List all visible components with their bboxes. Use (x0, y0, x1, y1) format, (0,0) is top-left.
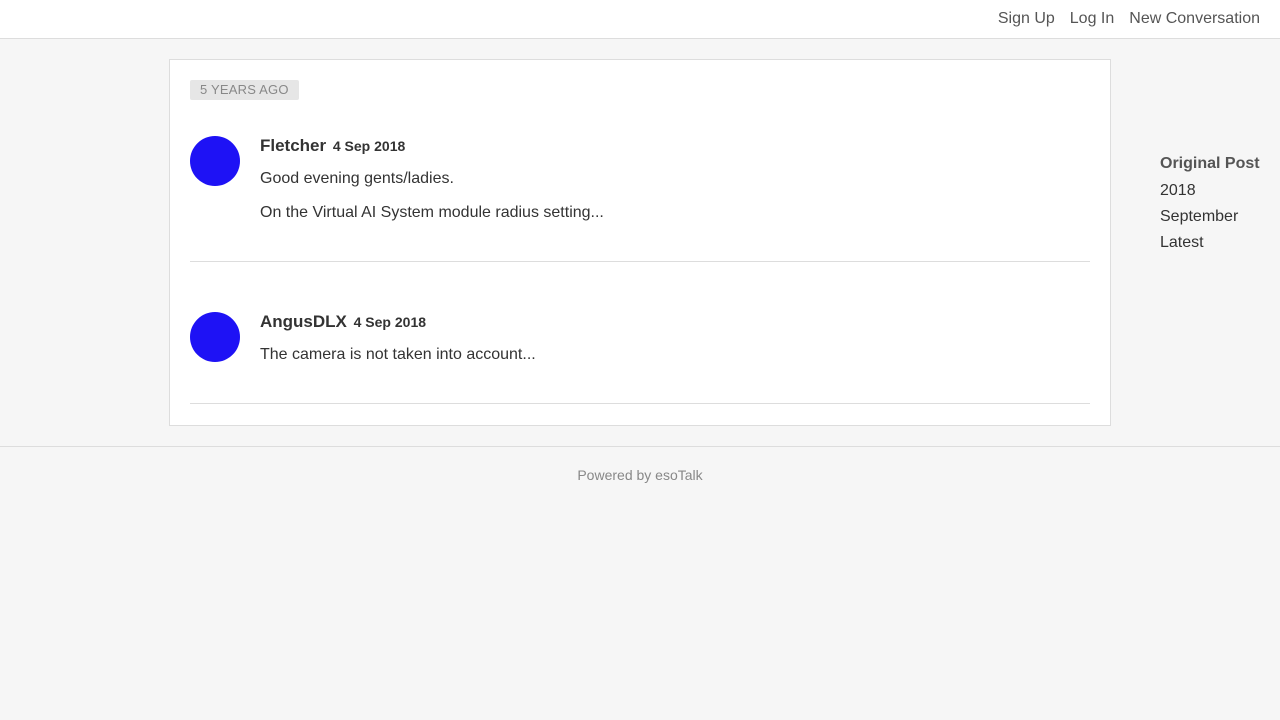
post-header: AngusDLX 4 Sep 2018 (260, 312, 536, 332)
avatar[interactable] (190, 136, 240, 186)
post-date: 4 Sep 2018 (353, 314, 427, 330)
post-body: AngusDLX 4 Sep 2018 The camera is not ta… (260, 312, 536, 364)
user-nav: Sign Up Log In New Conversation (998, 0, 1260, 38)
post-date: 4 Sep 2018 (332, 138, 406, 154)
post-text: On the Virtual AI System module radius s… (260, 204, 604, 221)
post-text: The camera is not taken into account... (260, 346, 536, 363)
post-body: Fletcher 4 Sep 2018 Good evening gents/l… (260, 136, 604, 222)
footer: Powered by esoTalk (0, 446, 1280, 483)
scrubber-item-2018[interactable]: 2018 (1160, 178, 1270, 204)
post-text: Good evening gents/ladies. (260, 170, 454, 187)
time-marker: 5 YEARS AGO (190, 80, 299, 100)
post-author[interactable]: Fletcher (260, 136, 326, 155)
conversation-panel: 5 YEARS AGO Fletcher 4 Sep 2018 Good eve… (169, 59, 1111, 426)
scrubber-original-post[interactable]: Original Post (1160, 154, 1270, 174)
powered-by-text[interactable]: Powered by esoTalk (577, 467, 702, 483)
post-author[interactable]: AngusDLX (260, 312, 347, 331)
post-header: Fletcher 4 Sep 2018 (260, 136, 604, 156)
scrubber-list: 2018 September Latest (1160, 178, 1270, 256)
post: AngusDLX 4 Sep 2018 The camera is not ta… (190, 312, 1090, 404)
timeline-scrubber: Original Post 2018 September Latest (1160, 154, 1270, 256)
avatar[interactable] (190, 312, 240, 362)
log-in-link[interactable]: Log In (1070, 10, 1114, 28)
top-bar: Sign Up Log In New Conversation (0, 0, 1280, 39)
scrubber-item-latest[interactable]: Latest (1160, 230, 1270, 256)
new-conversation-link[interactable]: New Conversation (1129, 10, 1260, 28)
sign-up-link[interactable]: Sign Up (998, 10, 1055, 28)
scrubber-item-september[interactable]: September (1160, 204, 1270, 230)
post: Fletcher 4 Sep 2018 Good evening gents/l… (190, 136, 1090, 262)
